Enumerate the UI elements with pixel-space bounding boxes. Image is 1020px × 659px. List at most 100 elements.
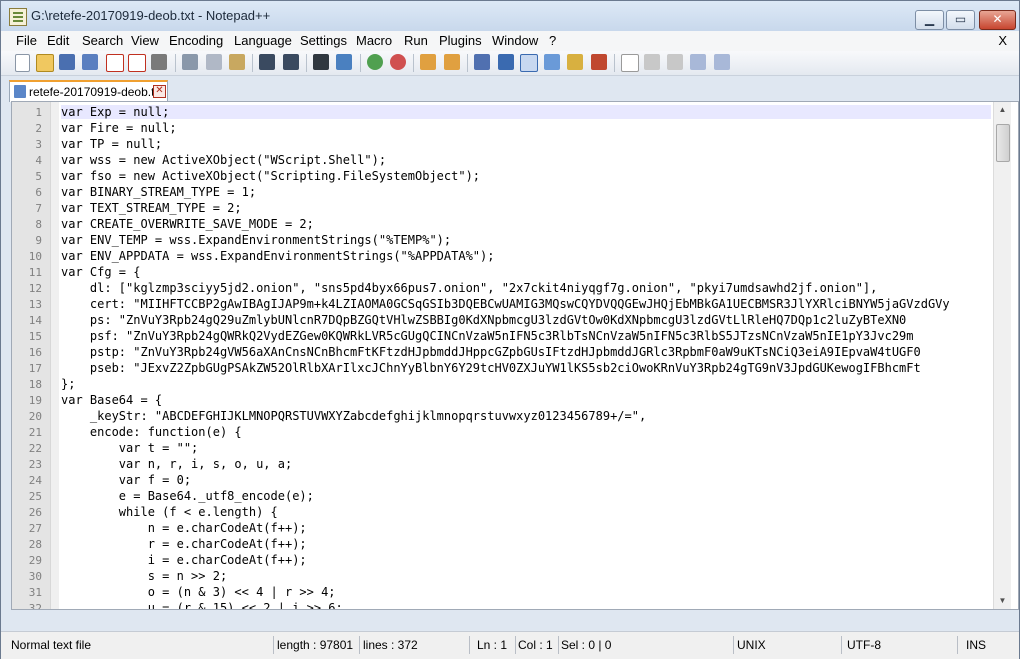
code-line[interactable]: o = (n & 3) << 4 | r >> 4; bbox=[61, 585, 991, 599]
menu-file[interactable]: File bbox=[16, 33, 37, 48]
code-line[interactable]: var f = 0; bbox=[61, 473, 991, 487]
sync-horizontal-icon[interactable] bbox=[444, 54, 460, 70]
code-line[interactable]: var CREATE_OVERWRITE_SAVE_MODE = 2; bbox=[61, 217, 991, 231]
code-line[interactable]: encode: function(e) { bbox=[61, 425, 991, 439]
menu-search[interactable]: Search bbox=[82, 33, 123, 48]
menu-edit[interactable]: Edit bbox=[47, 33, 69, 48]
find-icon[interactable] bbox=[313, 54, 329, 70]
minimize-button[interactable]: ▁ bbox=[915, 10, 944, 30]
line-number: 25 bbox=[28, 490, 42, 503]
redo-icon[interactable] bbox=[283, 54, 299, 70]
run-macro-multiple-icon[interactable] bbox=[690, 54, 706, 70]
code-line[interactable]: dl: ["kglzmp3sciyy5jd2.onion", "sns5pd4b… bbox=[61, 281, 991, 295]
replace-icon[interactable] bbox=[336, 54, 352, 70]
copy-icon[interactable] bbox=[206, 54, 222, 70]
menu-macro[interactable]: Macro bbox=[356, 33, 392, 48]
tab-bar: retefe-20170919-deob.txt ✕ bbox=[1, 76, 1019, 102]
save-icon[interactable] bbox=[59, 54, 75, 70]
code-line[interactable]: var t = ""; bbox=[61, 441, 991, 455]
doc-map-icon[interactable] bbox=[544, 54, 560, 70]
line-number: 21 bbox=[28, 426, 42, 439]
show-all-chars-icon[interactable] bbox=[498, 54, 514, 70]
fold-margin[interactable] bbox=[50, 102, 59, 609]
text-editor[interactable]: 1 var Exp = null; 2 var Fire = null; 3 var TP… bbox=[11, 101, 1019, 610]
close-document-button[interactable]: X bbox=[998, 33, 1007, 48]
code-line[interactable]: var fso = new ActiveXObject("Scripting.F… bbox=[61, 169, 991, 183]
menu-help[interactable]: ? bbox=[549, 33, 556, 48]
code-line[interactable]: psf: "ZnVuY3Rpb24gQWRkQ2VydEZGew0KQWRkLV… bbox=[61, 329, 991, 343]
line-number: 28 bbox=[28, 538, 42, 551]
play-macro-icon[interactable] bbox=[667, 54, 683, 70]
toolbar bbox=[1, 51, 1019, 76]
menu-run[interactable]: Run bbox=[404, 33, 428, 48]
code-line[interactable]: var n, r, i, s, o, u, a; bbox=[61, 457, 991, 471]
menu-view[interactable]: View bbox=[131, 33, 159, 48]
code-line[interactable]: pseb: "JExvZ2ZpbGUgPSAkZW52OlRlbXArIlxcJ… bbox=[61, 361, 991, 375]
folder-workspace-icon[interactable] bbox=[591, 54, 607, 70]
indent-guide-icon[interactable] bbox=[520, 54, 538, 72]
code-line[interactable]: var Exp = null; bbox=[61, 105, 991, 119]
close-icon[interactable] bbox=[106, 54, 124, 72]
code-line[interactable]: u = (r & 15) << 2 | i >> 6; bbox=[61, 601, 991, 609]
line-number: 26 bbox=[28, 506, 42, 519]
title-bar[interactable]: G:\retefe-20170919-deob.txt - Notepad++ … bbox=[1, 1, 1019, 31]
print-icon[interactable] bbox=[151, 54, 167, 70]
line-number: 13 bbox=[28, 298, 42, 311]
scroll-down-icon[interactable]: ▼ bbox=[994, 593, 1011, 609]
line-number: 29 bbox=[28, 554, 42, 567]
close-all-icon[interactable] bbox=[128, 54, 146, 72]
menu-encoding[interactable]: Encoding bbox=[169, 33, 223, 48]
open-file-icon[interactable] bbox=[36, 54, 54, 72]
menu-plugins[interactable]: Plugins bbox=[439, 33, 482, 48]
code-line[interactable]: n = e.charCodeAt(f++); bbox=[61, 521, 991, 535]
code-line[interactable]: var Fire = null; bbox=[61, 121, 991, 135]
code-line[interactable]: var TP = null; bbox=[61, 137, 991, 151]
line-number: 24 bbox=[28, 474, 42, 487]
record-macro-icon[interactable] bbox=[621, 54, 639, 72]
code-line[interactable]: e = Base64._utf8_encode(e); bbox=[61, 489, 991, 503]
code-line[interactable]: var ENV_APPDATA = wss.ExpandEnvironmentS… bbox=[61, 249, 991, 263]
status-lines: lines : 372 bbox=[363, 636, 470, 654]
code-line[interactable]: pstp: "ZnVuY3Rpb24gVW56aXAnCnsNCnBhcmFtK… bbox=[61, 345, 991, 359]
save-all-icon[interactable] bbox=[82, 54, 98, 70]
code-line[interactable]: while (f < e.length) { bbox=[61, 505, 991, 519]
line-number: 27 bbox=[28, 522, 42, 535]
code-line[interactable]: }; bbox=[61, 377, 991, 391]
close-window-button[interactable]: ✕ bbox=[979, 10, 1016, 30]
maximize-button[interactable]: ▭ bbox=[946, 10, 975, 30]
code-line[interactable]: var Base64 = { bbox=[61, 393, 991, 407]
code-line[interactable]: s = n >> 2; bbox=[61, 569, 991, 583]
sync-vertical-icon[interactable] bbox=[420, 54, 436, 70]
tab-retefe-deob[interactable]: retefe-20170919-deob.txt ✕ bbox=[9, 80, 168, 102]
code-line[interactable]: ps: "ZnVuY3Rpb24gQ29uZmlybUNlcnR7DQpBZGQ… bbox=[61, 313, 991, 327]
status-eol: UNIX bbox=[737, 636, 842, 654]
code-line[interactable]: i = e.charCodeAt(f++); bbox=[61, 553, 991, 567]
undo-icon[interactable] bbox=[259, 54, 275, 70]
code-line[interactable]: r = e.charCodeAt(f++); bbox=[61, 537, 991, 551]
menu-language[interactable]: Language bbox=[234, 33, 292, 48]
zoom-out-icon[interactable] bbox=[390, 54, 406, 70]
paste-icon[interactable] bbox=[229, 54, 245, 70]
tab-close-icon[interactable]: ✕ bbox=[153, 85, 166, 98]
vertical-scrollbar[interactable]: ▲ ▼ bbox=[993, 102, 1011, 609]
code-line[interactable]: var BINARY_STREAM_TYPE = 1; bbox=[61, 185, 991, 199]
code-line[interactable]: var wss = new ActiveXObject("WScript.She… bbox=[61, 153, 991, 167]
scroll-thumb[interactable] bbox=[996, 124, 1010, 162]
code-line[interactable]: _keyStr: "ABCDEFGHIJKLMNOPQRSTUVWXYZabcd… bbox=[61, 409, 991, 423]
zoom-in-icon[interactable] bbox=[367, 54, 383, 70]
new-file-icon[interactable] bbox=[15, 54, 30, 72]
stop-macro-icon[interactable] bbox=[644, 54, 660, 70]
save-macro-icon[interactable] bbox=[714, 54, 730, 70]
function-list-icon[interactable] bbox=[567, 54, 583, 70]
word-wrap-icon[interactable] bbox=[474, 54, 490, 70]
code-line[interactable]: cert: "MIIHFTCCBP2gAwIBAgIJAP9m+k4LZIAOM… bbox=[61, 297, 991, 311]
code-line[interactable]: var ENV_TEMP = wss.ExpandEnvironmentStri… bbox=[61, 233, 991, 247]
code-line[interactable]: var TEXT_STREAM_TYPE = 2; bbox=[61, 201, 991, 215]
menu-settings[interactable]: Settings bbox=[300, 33, 347, 48]
line-number: 22 bbox=[28, 442, 42, 455]
toolbar-separator bbox=[467, 54, 468, 72]
menu-window[interactable]: Window bbox=[492, 33, 538, 48]
cut-icon[interactable] bbox=[182, 54, 198, 70]
code-line[interactable]: var Cfg = { bbox=[61, 265, 991, 279]
scroll-up-icon[interactable]: ▲ bbox=[994, 102, 1011, 118]
